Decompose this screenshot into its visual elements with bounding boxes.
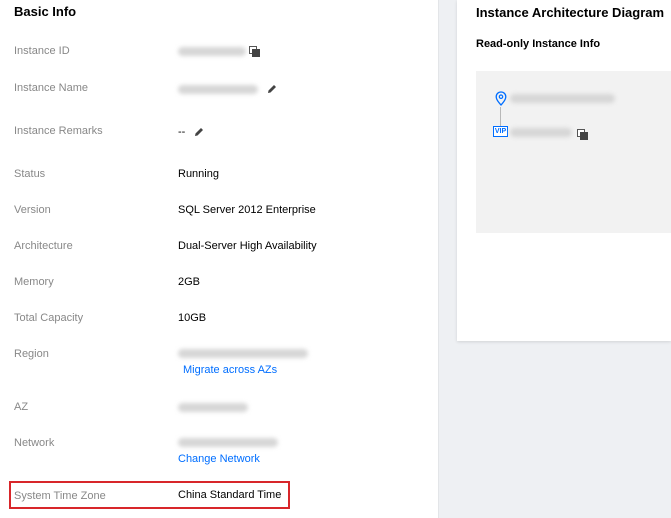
- total-capacity-value: 10GB: [178, 312, 207, 324]
- readonly-instance-info-label: Read-only Instance Info: [476, 38, 601, 50]
- redacted-value: [178, 403, 248, 412]
- highlight-box: [9, 481, 290, 509]
- memory-value: 2GB: [178, 276, 201, 288]
- change-network-link[interactable]: Change Network: [178, 453, 260, 465]
- section-title: Basic Info: [14, 4, 77, 19]
- instance-name-value: [178, 83, 278, 95]
- az-value: [178, 403, 248, 412]
- status-value: Running: [178, 168, 219, 180]
- architecture-label: Architecture: [14, 240, 73, 252]
- connector-line: [500, 107, 501, 126]
- version-label: Version: [14, 204, 51, 216]
- network-value: [178, 438, 278, 447]
- diagram-title: Instance Architecture Diagram: [476, 5, 665, 20]
- pencil-icon[interactable]: [266, 83, 278, 95]
- instance-id-label: Instance ID: [14, 45, 70, 57]
- architecture-value: Dual-Server High Availability: [178, 240, 317, 252]
- version-value: SQL Server 2012 Enterprise: [178, 204, 316, 216]
- region-value: [178, 349, 308, 358]
- redacted-value: [510, 94, 615, 103]
- location-pin-icon: [495, 91, 507, 106]
- panel-divider: [438, 0, 439, 518]
- redacted-value: [178, 349, 308, 358]
- basic-info-panel: Basic Info Instance ID Instance Name Ins…: [0, 0, 438, 518]
- redacted-value: [178, 46, 246, 56]
- instance-remarks-text: --: [178, 126, 186, 138]
- memory-label: Memory: [14, 276, 54, 288]
- instance-name-label: Instance Name: [14, 82, 88, 94]
- copy-icon[interactable]: [249, 46, 260, 57]
- migrate-across-azs-link[interactable]: Migrate across AZs: [183, 364, 277, 376]
- status-label: Status: [14, 168, 46, 180]
- total-capacity-label: Total Capacity: [14, 312, 84, 324]
- vip-badge: VIP: [493, 126, 508, 137]
- network-label: Network: [14, 437, 55, 449]
- redacted-value: [178, 438, 278, 447]
- az-label: AZ: [14, 401, 29, 413]
- copy-icon[interactable]: [577, 129, 588, 140]
- instance-remarks-label: Instance Remarks: [14, 125, 103, 137]
- redacted-value: [178, 84, 258, 94]
- architecture-diagram: VIP: [476, 71, 671, 233]
- instance-remarks-value: --: [178, 126, 205, 138]
- region-label: Region: [14, 348, 49, 360]
- pencil-icon[interactable]: [193, 126, 205, 138]
- instance-id-value: [178, 46, 260, 57]
- redacted-value: [510, 128, 572, 137]
- architecture-diagram-panel: Instance Architecture Diagram Read-only …: [457, 0, 671, 341]
